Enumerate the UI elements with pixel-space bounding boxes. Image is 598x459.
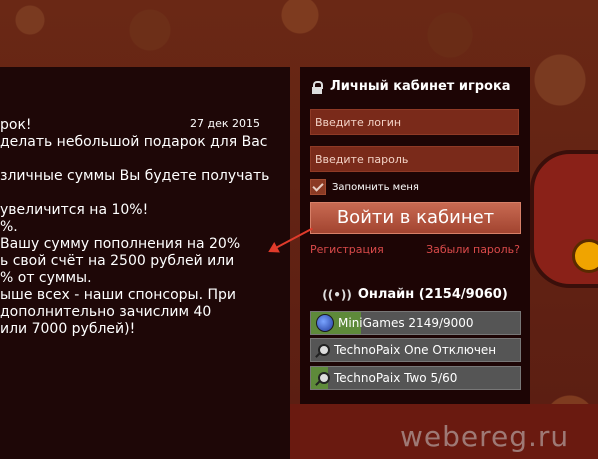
online-title-text: Онлайн (2154/9060): [357, 287, 508, 302]
article-line: ыше всех - наши спонсоры. При: [0, 287, 237, 303]
globe-icon: [316, 314, 334, 332]
article-line: %.: [0, 219, 18, 235]
login-input[interactable]: [310, 109, 519, 135]
article-line: рок!: [0, 117, 32, 133]
register-link[interactable]: Регистрация: [310, 243, 384, 256]
article-line: ь свой счёт на 2500 рублей или: [0, 253, 235, 269]
article-line: делать небольшой подарок для Вас: [0, 134, 268, 150]
article-line: Вашу сумму пополнения на 20%: [0, 236, 241, 252]
server-row[interactable]: MiniGames 2149/9000: [310, 311, 521, 335]
news-article-text: рок! делать небольшой подарок для Вас зл…: [0, 117, 290, 338]
decorative-eye: [572, 239, 598, 273]
search-icon: [318, 344, 330, 356]
article-line: увеличится на 10%!: [0, 202, 149, 218]
article-line: дополнительно зачислим 40: [0, 304, 212, 320]
cabinet-title: Личный кабинет игрока: [312, 79, 511, 94]
server-label: MiniGames 2149/9000: [338, 316, 474, 330]
server-label: TechnoPaix One Отключен: [334, 343, 497, 357]
remember-checkbox[interactable]: [310, 179, 326, 195]
watermark: webereg.ru: [400, 420, 570, 453]
lock-icon: [312, 80, 323, 94]
server-row[interactable]: TechnoPaix Two 5/60: [310, 366, 521, 390]
signal-icon: ((•)): [322, 287, 352, 302]
player-cabinet-panel: Личный кабинет игрока Запомнить меня Вой…: [300, 67, 530, 404]
server-row[interactable]: TechnoPaix One Отключен: [310, 338, 521, 362]
remember-me[interactable]: Запомнить меня: [310, 179, 419, 195]
article-line: зличные суммы Вы будете получать: [0, 168, 270, 184]
online-title: ((•)) Онлайн (2154/9060): [300, 287, 530, 302]
login-button[interactable]: Войти в кабинет: [310, 202, 521, 234]
server-label: TechnoPaix Two 5/60: [334, 371, 458, 385]
search-icon: [318, 372, 330, 384]
cabinet-title-text: Личный кабинет игрока: [330, 79, 511, 94]
remember-label: Запомнить меня: [332, 181, 419, 193]
article-line: или 7000 рублей)!: [0, 321, 136, 337]
password-input[interactable]: [310, 146, 519, 172]
forgot-password-link[interactable]: Забыли пароль?: [426, 243, 520, 256]
article-line: % от суммы.: [0, 270, 92, 286]
decorative-guardian: [530, 150, 598, 288]
